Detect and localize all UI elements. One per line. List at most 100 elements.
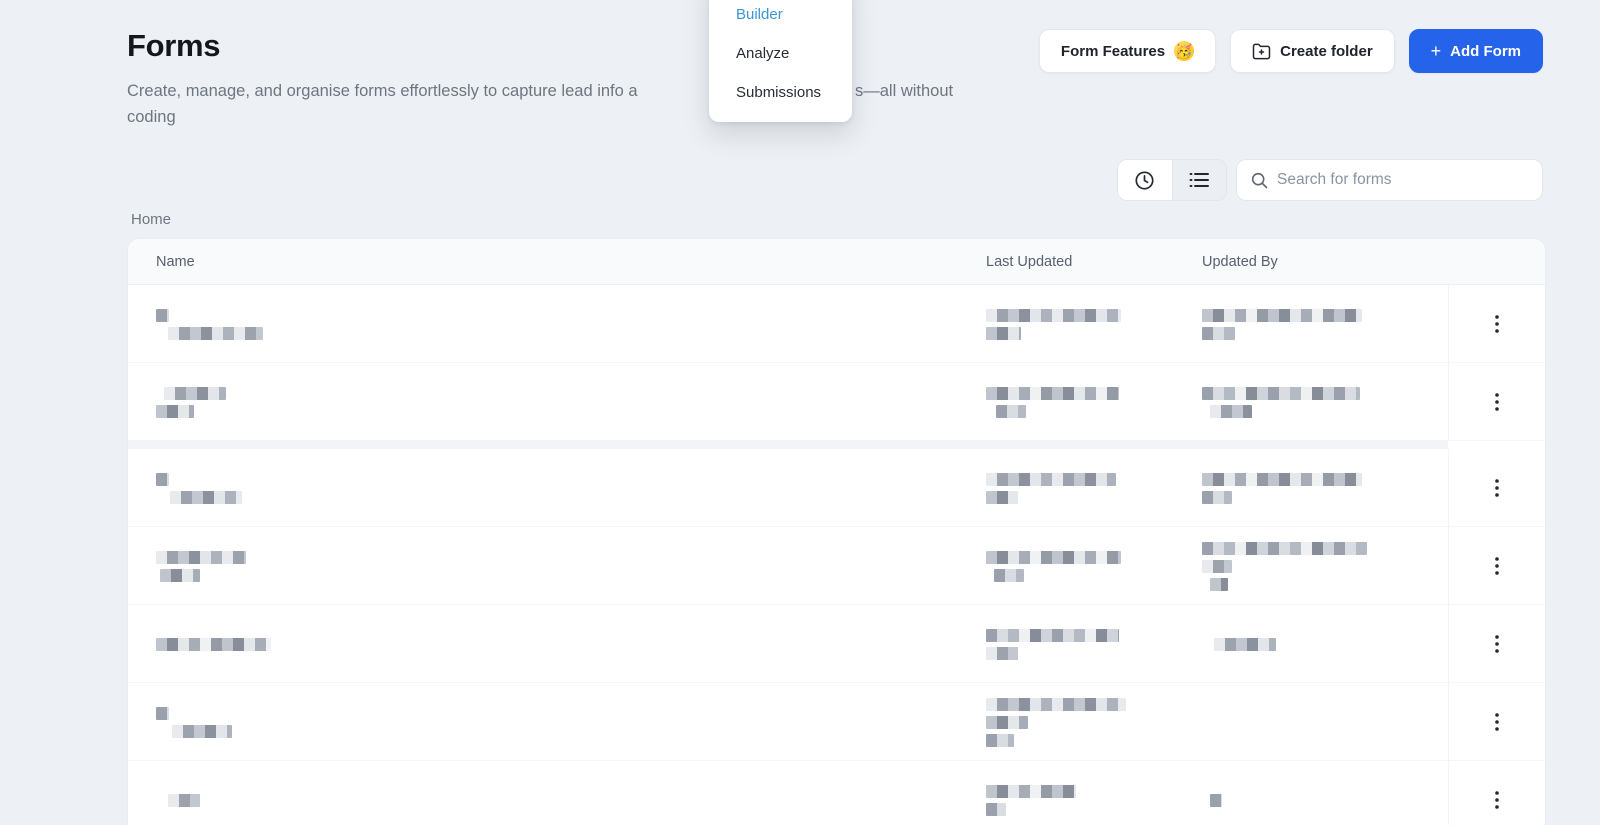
table-row[interactable] [128,285,1545,363]
recent-view-button[interactable] [1118,160,1172,200]
header-actions: Form Features 🥳 Create folder + Add Form [1038,29,1543,73]
redacted-text [156,404,194,418]
subtitle-fragment-a: Create, manage, and organise forms effor… [127,82,638,100]
redacted-text [986,490,1018,504]
search-box [1236,159,1543,201]
form-name-cell [156,793,986,807]
row-actions-cell [1448,449,1545,527]
search-icon [1251,172,1268,189]
form-features-button[interactable]: Form Features 🥳 [1038,29,1217,73]
redacted-text [986,697,1126,711]
form-features-label: Form Features [1060,42,1166,60]
add-form-button[interactable]: + Add Form [1408,29,1543,73]
updated-by-cell [1202,472,1448,504]
form-name-cell [156,472,986,504]
last-updated-cell [986,697,1202,747]
row-menu-button[interactable] [1481,386,1513,418]
redacted-text [170,490,242,504]
redacted-text [156,637,271,651]
redacted-text [986,802,1006,816]
redacted-text [1202,386,1360,400]
updated-by-cell [1202,793,1448,807]
redacted-text [1202,472,1362,486]
redacted-text [986,308,1121,322]
last-updated-cell [986,784,1202,816]
form-name-cell [156,550,986,582]
subtitle-fragment-b: s—all without [855,82,954,100]
forms-table: Name Last Updated Updated By [127,238,1546,825]
redacted-text [996,404,1026,418]
row-actions-cell [1448,285,1545,363]
row-actions-cell [1448,363,1545,441]
redacted-text [168,326,263,340]
row-actions-cell [1448,527,1545,605]
redacted-text [986,628,1119,642]
redacted-text [994,568,1024,582]
updated-by-cell [1202,637,1448,651]
redacted-text [986,646,1018,660]
kebab-icon [1495,713,1499,731]
updated-by-cell [1202,308,1448,340]
redacted-text [156,706,169,720]
form-name-cell [156,637,986,651]
forms-page: Forms Create, manage, and organise forms… [0,0,1600,825]
view-switcher-menu: Builder Analyze Submissions [709,0,852,122]
column-header-last-updated: Last Updated [986,253,1073,270]
party-face-emoji: 🥳 [1174,41,1195,61]
redacted-text [986,472,1116,486]
list-icon [1189,171,1210,189]
redacted-text [1202,308,1362,322]
last-updated-cell [986,472,1202,504]
menu-item-builder[interactable]: Builder [709,0,852,34]
last-updated-cell [986,550,1202,582]
row-actions-cell [1448,683,1545,761]
list-view-button[interactable] [1171,160,1226,200]
redacted-text [986,386,1119,400]
last-updated-cell [986,628,1202,660]
create-folder-label: Create folder [1280,42,1373,60]
redacted-text [986,715,1028,729]
search-input[interactable] [1277,171,1528,189]
row-menu-button[interactable] [1481,472,1513,504]
clock-icon [1134,170,1155,191]
row-menu-button[interactable] [1481,308,1513,340]
last-updated-cell [986,386,1202,418]
redacted-text [1214,637,1276,651]
redacted-text [172,724,232,738]
form-name-cell [156,308,986,340]
table-header-row: Name Last Updated Updated By [128,239,1545,285]
row-actions-cell [1448,605,1545,683]
row-menu-button[interactable] [1481,550,1513,582]
row-menu-button[interactable] [1481,706,1513,738]
row-menu-button[interactable] [1481,784,1513,816]
table-row[interactable] [128,363,1545,441]
form-name-cell [156,386,986,418]
kebab-icon [1495,315,1499,333]
redacted-text [1210,404,1252,418]
redacted-text [1202,326,1235,340]
table-row[interactable] [128,683,1545,761]
redacted-text [986,550,1121,564]
row-menu-button[interactable] [1481,628,1513,660]
redacted-text [156,550,246,564]
updated-by-cell [1202,386,1448,418]
redacted-text [1202,559,1232,573]
toolbar [1117,159,1543,201]
menu-item-analyze[interactable]: Analyze [709,34,852,73]
updated-by-cell [1202,541,1448,591]
table-row[interactable] [128,761,1545,825]
table-row[interactable] [128,605,1545,683]
menu-item-submissions[interactable]: Submissions [709,73,852,112]
redacted-text [1202,490,1232,504]
table-row[interactable] [128,449,1545,527]
view-toggle [1117,159,1227,201]
table-row[interactable] [128,527,1545,605]
redacted-text [156,472,169,486]
breadcrumb[interactable]: Home [131,211,171,228]
plus-icon: + [1430,41,1442,61]
row-actions-cell [1448,761,1545,825]
group-separator [128,441,1545,449]
kebab-icon [1495,393,1499,411]
create-folder-button[interactable]: Create folder [1230,29,1395,73]
kebab-icon [1495,479,1499,497]
